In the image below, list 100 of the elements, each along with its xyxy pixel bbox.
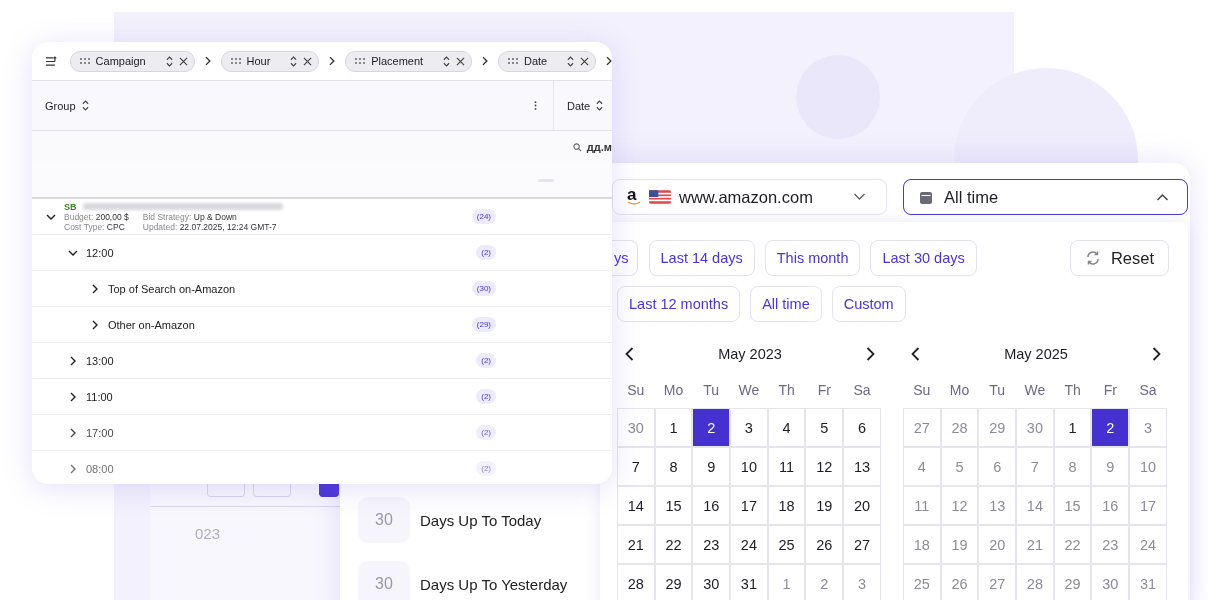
- preset-button[interactable]: All time: [750, 286, 822, 322]
- date-filter-field[interactable]: дд.м: [586, 141, 612, 153]
- sort-icon[interactable]: [443, 55, 451, 67]
- more-icon[interactable]: [534, 100, 537, 111]
- marketplace-logo: a: [627, 186, 641, 208]
- quick-range-item[interactable]: 30 Days Up To Yesterday: [358, 561, 600, 600]
- calendar-day[interactable]: 21: [617, 525, 655, 564]
- sort-icon[interactable]: [567, 55, 575, 67]
- column-header[interactable]: Group: [45, 99, 76, 112]
- group-row-label[interactable]: 17:00: [86, 426, 114, 439]
- weekday-label: Su: [912, 381, 932, 400]
- campaign-detail: Budget: 200,00 $: [64, 211, 130, 222]
- calendar-day[interactable]: 1: [1053, 408, 1092, 447]
- calendar-day[interactable]: 1: [767, 564, 806, 600]
- calendar-day[interactable]: 22: [654, 525, 693, 564]
- sort-icon[interactable]: [290, 55, 298, 67]
- weekday-label: We: [1023, 381, 1047, 400]
- group-row-label[interactable]: Other on-Amazon: [108, 318, 195, 331]
- calendar-day[interactable]: 31: [1129, 564, 1167, 600]
- next-month-icon[interactable]: [866, 347, 875, 361]
- drag-handle-icon[interactable]: [355, 58, 366, 64]
- count-badge: (2): [476, 245, 496, 260]
- calendar-day[interactable]: 6: [843, 408, 881, 447]
- calendar-day[interactable]: 19: [805, 486, 844, 525]
- calendar-day[interactable]: 26: [805, 525, 844, 564]
- sort-icon[interactable]: [165, 55, 173, 67]
- marketplace-select[interactable]: a www.amazon.com: [612, 179, 887, 215]
- calendar-day[interactable]: 10: [1129, 447, 1167, 486]
- drag-handle-icon[interactable]: [507, 58, 518, 64]
- calendar-day[interactable]: 18: [767, 486, 806, 525]
- group-chip[interactable]: Hour: [220, 50, 320, 72]
- weekday-label: Th: [1063, 381, 1082, 400]
- calendar-day[interactable]: 17: [730, 486, 768, 525]
- preset-button[interactable]: Last 30 days: [870, 240, 977, 276]
- preset-button[interactable]: Last 12 months: [617, 286, 741, 322]
- group-row-label[interactable]: 08:00: [86, 462, 114, 475]
- group-chip[interactable]: Placement: [345, 50, 473, 72]
- calendar-day[interactable]: 23: [692, 525, 731, 564]
- sort-icon[interactable]: [596, 100, 604, 111]
- close-icon[interactable]: [178, 56, 188, 66]
- calendar-day[interactable]: 30: [692, 564, 731, 600]
- quick-range-item[interactable]: 30 Days Up To Today: [358, 497, 600, 543]
- expand-chevron-icon[interactable]: [68, 427, 78, 438]
- month-title: May 2025: [1004, 346, 1068, 362]
- calendar-day[interactable]: 9: [692, 447, 731, 486]
- calendar-day[interactable]: 24: [730, 525, 768, 564]
- calendar-day[interactable]: 28: [617, 564, 655, 600]
- group-row-label[interactable]: 11:00: [86, 390, 113, 403]
- next-month-icon[interactable]: [1152, 347, 1161, 361]
- calendar-day[interactable]: 7: [617, 447, 655, 486]
- preset-button[interactable]: This month: [764, 240, 861, 276]
- calendar-day[interactable]: 2: [692, 408, 731, 447]
- previous-month-icon[interactable]: [625, 347, 634, 361]
- drag-handle-icon[interactable]: [230, 58, 241, 64]
- group-row-label[interactable]: 12:00: [86, 246, 114, 259]
- expand-chevron-icon[interactable]: [68, 391, 78, 402]
- calendar-day[interactable]: 31: [730, 564, 768, 600]
- expand-chevron-icon[interactable]: [68, 355, 78, 366]
- calendar-day[interactable]: 13: [843, 447, 881, 486]
- calendar-day[interactable]: 1: [654, 408, 693, 447]
- calendar-day[interactable]: 6: [978, 447, 1017, 486]
- preset-button[interactable]: ys: [612, 240, 638, 276]
- close-icon[interactable]: [303, 56, 313, 66]
- column-header[interactable]: Date: [567, 99, 591, 112]
- calendar-day[interactable]: 8: [1053, 447, 1092, 486]
- expand-chevron-icon[interactable]: [90, 283, 100, 294]
- calendar-day[interactable]: 15: [654, 486, 693, 525]
- calendar-day[interactable]: 20: [843, 486, 881, 525]
- calendar-day[interactable]: 3: [730, 408, 768, 447]
- calendar-day[interactable]: 5: [805, 408, 844, 447]
- calendar-day[interactable]: 8: [654, 447, 693, 486]
- group-row-label[interactable]: 13:00: [86, 354, 114, 367]
- group-row-label[interactable]: Top of Search on-Amazon: [108, 282, 236, 295]
- calendar-day[interactable]: 29: [654, 564, 693, 600]
- expand-chevron-icon[interactable]: [90, 319, 100, 330]
- preset-button[interactable]: Last 14 days: [648, 240, 755, 276]
- calendar-day[interactable]: 27: [843, 525, 881, 564]
- reset-button[interactable]: Reset: [1069, 240, 1169, 276]
- calendar-day[interactable]: 14: [617, 486, 655, 525]
- calendar-day[interactable]: 9: [1091, 447, 1130, 486]
- weekday-label: We: [737, 381, 761, 400]
- close-icon[interactable]: [456, 56, 466, 66]
- date-range-select[interactable]: All time: [903, 179, 1188, 215]
- group-chip[interactable]: Date: [497, 50, 597, 72]
- grouping-icon[interactable]: [45, 55, 58, 67]
- sort-icon[interactable]: [81, 100, 89, 111]
- calendar-day[interactable]: 16: [692, 486, 731, 525]
- search-icon: [572, 142, 582, 152]
- previous-month-icon[interactable]: [911, 347, 920, 361]
- close-icon[interactable]: [580, 56, 590, 66]
- calendar-day[interactable]: 25: [767, 525, 806, 564]
- calendar-day[interactable]: 11: [767, 447, 806, 486]
- calendar-day[interactable]: 2: [1091, 408, 1130, 447]
- preset-button[interactable]: Custom: [831, 286, 906, 322]
- calendar-day[interactable]: 10: [730, 447, 768, 486]
- calendar-day[interactable]: 12: [805, 447, 844, 486]
- active-toggle[interactable]: [319, 484, 339, 497]
- group-chip[interactable]: Campaign: [69, 50, 195, 72]
- calendar-day[interactable]: 4: [767, 408, 806, 447]
- drag-handle-icon[interactable]: [79, 58, 90, 64]
